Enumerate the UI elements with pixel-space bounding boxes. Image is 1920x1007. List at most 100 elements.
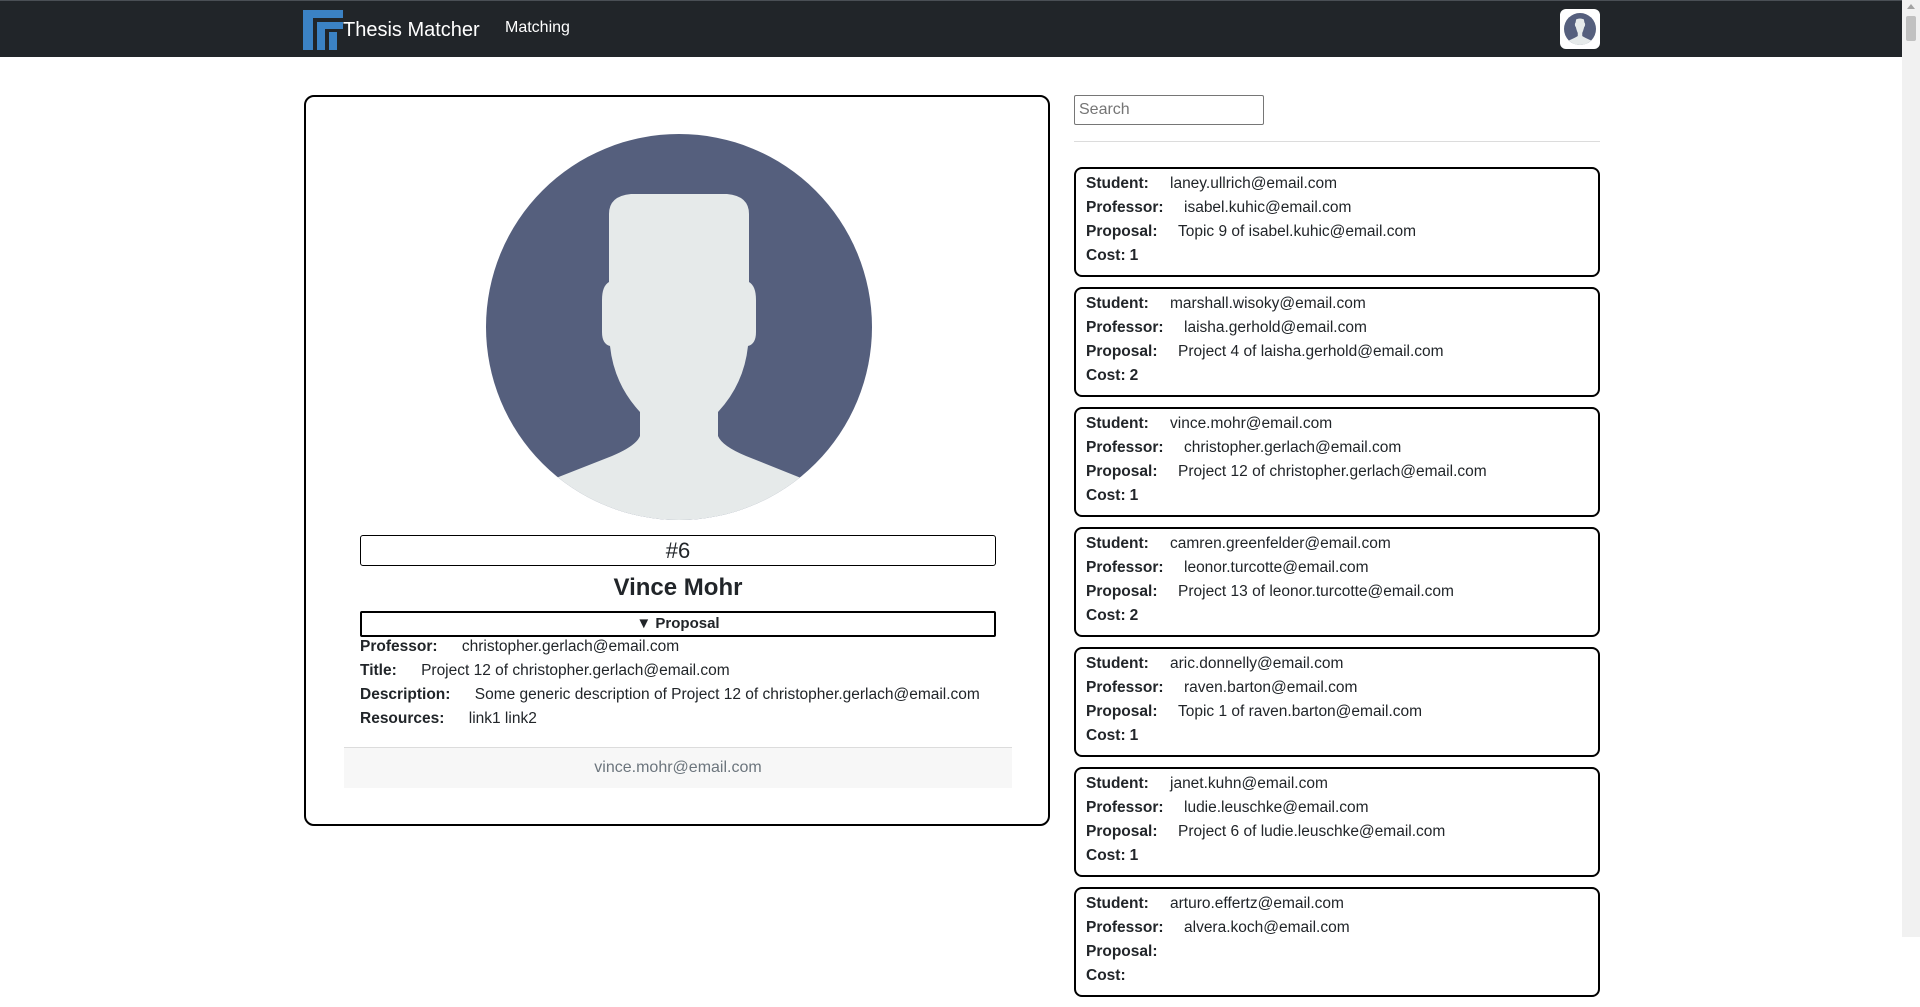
search-input[interactable]: [1074, 95, 1264, 125]
top-navbar: Thesis Matcher Matching: [0, 0, 1902, 57]
match-proposal-row: Proposal: Project 4 of laisha.gerhold@ema…: [1086, 340, 1588, 364]
match-student-label: Student:: [1086, 655, 1149, 672]
profile-name: Vince Mohr: [613, 574, 743, 601]
match-cost-row: Cost: 2: [1086, 364, 1588, 388]
match-proposal-value: Project 6 of ludie.leuschke@email.com: [1178, 823, 1446, 840]
match-cost-row: Cost: 1: [1086, 844, 1588, 868]
resource-links[interactable]: link1 link2: [469, 710, 537, 727]
detail-label: Description:: [360, 686, 451, 703]
match-proposal-label: Proposal:: [1086, 583, 1158, 600]
match-cost-row: Cost: 2: [1086, 604, 1588, 628]
match-professor-value: leonor.turcotte@email.com: [1184, 559, 1369, 576]
match-student-row: Student: aric.donnelly@email.com: [1086, 652, 1588, 676]
match-proposal-row: Proposal: Topic 1 of raven.barton@email.c…: [1086, 700, 1588, 724]
match-card[interactable]: Student: aric.donnelly@email.com Professor…: [1074, 647, 1600, 757]
match-card[interactable]: Student: laney.ullrich@email.com Professor…: [1074, 167, 1600, 277]
detail-title: Title: Project 12 of christopher.gerlach…: [360, 661, 730, 681]
scroll-up-arrow-icon[interactable]: [1907, 4, 1915, 9]
match-professor-row: Professor: ludie.leuschke@email.com: [1086, 796, 1588, 820]
divider: [1074, 141, 1600, 142]
match-student-value: arturo.effertz@email.com: [1170, 895, 1344, 912]
match-professor-value: alvera.koch@email.com: [1184, 919, 1350, 936]
match-card[interactable]: Student: arturo.effertz@email.com Professo…: [1074, 887, 1600, 997]
match-professor-label: Professor:: [1086, 799, 1164, 816]
match-cost-value: 1: [1129, 847, 1139, 864]
brand-link[interactable]: Thesis Matcher: [303, 10, 480, 50]
match-proposal-row: Proposal: Topic 9 of isabel.kuhic@email.c…: [1086, 220, 1588, 244]
match-cost-row: Cost: 1: [1086, 244, 1588, 268]
detail-value: Some generic description of Project 12 o…: [474, 686, 980, 703]
match-cost-row: Cost:: [1086, 964, 1588, 988]
match-professor-value: ludie.leuschke@email.com: [1184, 799, 1369, 816]
match-card[interactable]: Student: janet.kuhn@email.com Professor: lu…: [1074, 767, 1600, 877]
match-student-row: Student: camren.greenfelder@email.com: [1086, 532, 1588, 556]
match-student-value: vince.mohr@email.com: [1170, 415, 1333, 432]
match-cost-label: Cost:: [1086, 847, 1126, 864]
match-student-value: marshall.wisoky@email.com: [1170, 295, 1366, 312]
proposal-toggle-button[interactable]: ▼ Proposal: [360, 611, 996, 637]
match-proposal-label: Proposal:: [1086, 823, 1158, 840]
detail-label: Resources:: [360, 710, 445, 727]
detail-resources: Resources: link1 link2: [360, 709, 537, 729]
detail-description: Description: Some generic description of…: [360, 685, 980, 705]
match-student-value: aric.donnelly@email.com: [1170, 655, 1344, 672]
match-professor-row: Professor: christopher.gerlach@email.com: [1086, 436, 1588, 460]
match-proposal-row: Proposal: Project 13 of leonor.turcotte@e…: [1086, 580, 1588, 604]
match-cost-value: 1: [1129, 727, 1139, 744]
match-cost-row: Cost: 1: [1086, 484, 1588, 508]
match-proposal-row: Proposal: Project 6 of ludie.leuschke@ema…: [1086, 820, 1588, 844]
match-proposal-label: Proposal:: [1086, 223, 1158, 240]
match-student-value: laney.ullrich@email.com: [1170, 175, 1338, 192]
match-student-value: camren.greenfelder@email.com: [1170, 535, 1391, 552]
user-avatar-icon: [1564, 13, 1596, 45]
nav-matching-link[interactable]: Matching: [505, 19, 570, 37]
profile-id: #6: [360, 535, 996, 566]
match-proposal-value: Project 13 of leonor.turcotte@email.com: [1178, 583, 1454, 600]
detail-professor: Professor: christopher.gerlach@email.com: [360, 637, 679, 657]
match-proposal-label: Proposal:: [1086, 703, 1158, 720]
match-card[interactable]: Student: vince.mohr@email.com Professor: ch…: [1074, 407, 1600, 517]
match-student-value: janet.kuhn@email.com: [1170, 775, 1328, 792]
match-professor-label: Professor:: [1086, 919, 1164, 936]
match-cost-value: 1: [1129, 247, 1139, 264]
match-card[interactable]: Student: camren.greenfelder@email.com Prof…: [1074, 527, 1600, 637]
match-student-row: Student: vince.mohr@email.com: [1086, 412, 1588, 436]
match-student-label: Student:: [1086, 775, 1149, 792]
match-cost-label: Cost:: [1086, 367, 1126, 384]
match-professor-row: Professor: laisha.gerhold@email.com: [1086, 316, 1588, 340]
match-list: Student: laney.ullrich@email.com Professor…: [1074, 167, 1600, 1007]
match-cost-label: Cost:: [1086, 607, 1126, 624]
profile-email-footer: vince.mohr@email.com: [344, 747, 1012, 788]
match-student-row: Student: arturo.effertz@email.com: [1086, 892, 1588, 916]
match-professor-row: Professor: alvera.koch@email.com: [1086, 916, 1588, 940]
profile-avatar-icon: [486, 134, 872, 520]
match-card[interactable]: Student: marshall.wisoky@email.com Profess…: [1074, 287, 1600, 397]
scroll-thumb[interactable]: [1906, 16, 1916, 41]
match-cost-label: Cost:: [1086, 727, 1126, 744]
match-student-label: Student:: [1086, 175, 1149, 192]
match-proposal-row: Proposal: Project 12 of christopher.gerla…: [1086, 460, 1588, 484]
match-proposal-value: Topic 9 of isabel.kuhic@email.com: [1178, 223, 1417, 240]
detail-label: Title:: [360, 662, 397, 679]
match-proposal-value: Topic 1 of raven.barton@email.com: [1178, 703, 1423, 720]
app-logo-icon: [303, 10, 343, 50]
match-professor-value: raven.barton@email.com: [1184, 679, 1358, 696]
match-student-row: Student: laney.ullrich@email.com: [1086, 172, 1588, 196]
match-student-row: Student: marshall.wisoky@email.com: [1086, 292, 1588, 316]
match-student-label: Student:: [1086, 295, 1149, 312]
match-student-row: Student: janet.kuhn@email.com: [1086, 772, 1588, 796]
match-professor-label: Professor:: [1086, 679, 1164, 696]
page-scrollbar[interactable]: [1902, 0, 1920, 937]
detail-value: christopher.gerlach@email.com: [461, 638, 680, 655]
match-student-label: Student:: [1086, 415, 1149, 432]
match-student-label: Student:: [1086, 535, 1149, 552]
match-cost-value: 2: [1129, 367, 1139, 384]
match-proposal-label: Proposal:: [1086, 343, 1158, 360]
user-avatar-button[interactable]: [1560, 9, 1600, 49]
app-name: Thesis Matcher: [343, 18, 480, 41]
match-professor-value: isabel.kuhic@email.com: [1184, 199, 1352, 216]
match-proposal-value: Project 12 of christopher.gerlach@email.…: [1178, 463, 1487, 480]
detail-value: Project 12 of christopher.gerlach@email.…: [421, 662, 730, 679]
match-cost-value: 1: [1129, 487, 1139, 504]
match-professor-label: Professor:: [1086, 319, 1164, 336]
